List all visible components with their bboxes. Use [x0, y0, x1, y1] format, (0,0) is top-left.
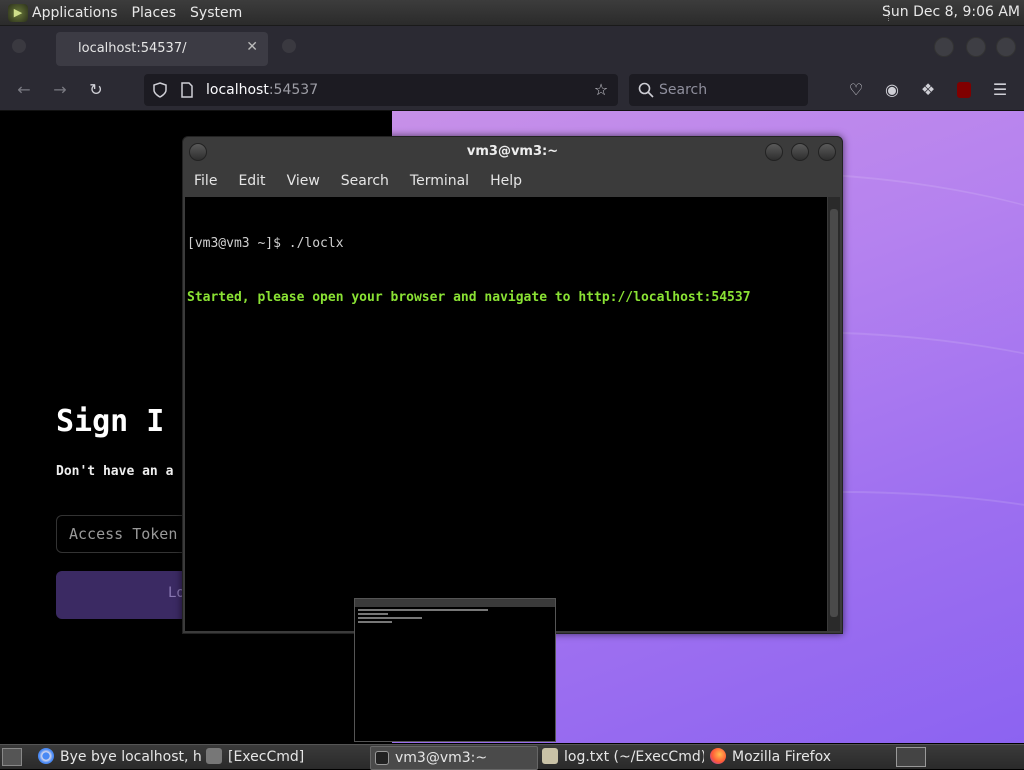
search-input[interactable]: Search	[629, 74, 808, 106]
terminal-close-button[interactable]	[818, 143, 836, 161]
extensions-icon[interactable]: ❖	[917, 79, 939, 101]
terminal-minimize-button[interactable]	[765, 143, 783, 161]
clock[interactable]: Sun Dec 8, 9:06 AM	[882, 4, 1020, 20]
url-text: localhost:54537	[206, 82, 318, 98]
url-port: :54537	[268, 82, 319, 98]
folder-icon	[206, 748, 222, 764]
thumbnail-titlebar	[355, 599, 555, 607]
firefox-icon	[710, 748, 726, 764]
thumbnail-line	[358, 621, 392, 623]
menu-places[interactable]: Places	[132, 5, 177, 21]
tab-close-icon[interactable]: ✕	[246, 39, 258, 55]
maximize-window-button[interactable]	[966, 37, 986, 57]
terminal-menubar: File Edit View Search Terminal Help	[183, 167, 842, 195]
top-panel: ▶ Applications Places System Sun Dec 8, …	[0, 0, 1024, 26]
browser-tab[interactable]: localhost:54537/ ✕	[56, 32, 268, 66]
browser-nav-bar: ← → ↻ localhost:54537 ☆ Search ♡ ◉ ❖ ☰	[0, 70, 1024, 111]
taskbar-label: [ExecCmd]	[228, 749, 305, 765]
tab-overview-icon[interactable]	[12, 39, 26, 53]
taskbar-label: vm3@vm3:~	[395, 750, 488, 766]
taskbar-item-editor[interactable]: log.txt (~/ExecCmd)...	[538, 746, 704, 768]
signup-prompt: Don't have an a	[56, 464, 174, 479]
taskbar-label: Bye bye localhost, h...	[60, 749, 202, 765]
hamburger-menu-icon[interactable]: ☰	[989, 79, 1011, 101]
thumbnail-line	[358, 609, 488, 611]
thumbnail-line	[358, 617, 422, 619]
menu-applications[interactable]: Applications	[32, 5, 118, 21]
taskbar-label: Mozilla Firefox	[732, 749, 832, 765]
workspace-switcher[interactable]	[896, 747, 926, 767]
taskbar-item-terminal[interactable]: vm3@vm3:~	[370, 746, 538, 770]
terminal-menu-edit[interactable]: Edit	[238, 173, 265, 189]
terminal-menu-file[interactable]: File	[194, 173, 217, 189]
access-token-placeholder: Access Token	[69, 525, 178, 543]
pocket-icon[interactable]: ♡	[845, 79, 867, 101]
terminal-line: Started, please open your browser and na…	[187, 290, 751, 305]
signin-heading: Sign I	[56, 404, 165, 439]
taskbar: Bye bye localhost, h... [ExecCmd] vm3@vm…	[0, 744, 1024, 770]
terminal-line: [vm3@vm3 ~]$ ./loclx	[187, 236, 344, 251]
url-bar[interactable]: localhost:54537 ☆	[144, 74, 618, 106]
taskbar-item-files[interactable]: [ExecCmd]	[202, 746, 368, 768]
terminal-menu-terminal[interactable]: Terminal	[410, 173, 469, 189]
terminal-title: vm3@vm3:~	[466, 144, 559, 159]
search-icon	[638, 82, 654, 98]
taskbar-item-firefox[interactable]: Mozilla Firefox	[706, 746, 876, 768]
account-icon[interactable]: ◉	[881, 79, 903, 101]
scrollbar-thumb[interactable]	[830, 209, 838, 617]
applications-logo-icon[interactable]: ▶	[8, 3, 28, 22]
page-icon[interactable]	[180, 82, 194, 98]
chrome-icon	[38, 748, 54, 764]
tab-title: localhost:54537/	[78, 41, 187, 56]
show-desktop-icon[interactable]	[2, 748, 22, 766]
bookmark-star-icon[interactable]: ☆	[590, 79, 612, 101]
back-arrow-icon[interactable]: ←	[13, 79, 35, 101]
minimize-window-button[interactable]	[934, 37, 954, 57]
browser-tab-bar: localhost:54537/ ✕	[0, 26, 1024, 70]
terminal-window[interactable]: vm3@vm3:~ File Edit View Search Terminal…	[182, 136, 843, 634]
terminal-menu-search[interactable]: Search	[341, 173, 389, 189]
search-placeholder: Search	[659, 82, 708, 98]
terminal-menu-help[interactable]: Help	[490, 173, 522, 189]
taskbar-label: log.txt (~/ExecCmd)...	[564, 749, 704, 765]
forward-arrow-icon[interactable]: →	[49, 79, 71, 101]
terminal-icon	[375, 751, 389, 765]
url-host: localhost	[206, 82, 269, 98]
terminal-maximize-button[interactable]	[791, 143, 809, 161]
shield-icon[interactable]	[152, 82, 168, 98]
terminal-menu-view[interactable]: View	[287, 173, 320, 189]
reload-icon[interactable]: ↻	[85, 79, 107, 101]
terminal-scrollbar[interactable]	[828, 197, 840, 631]
thumbnail-line	[358, 613, 388, 615]
new-tab-icon[interactable]	[282, 39, 296, 53]
text-editor-icon	[542, 748, 558, 764]
taskbar-item-browser[interactable]: Bye bye localhost, h...	[34, 746, 202, 768]
menu-system[interactable]: System	[190, 5, 242, 21]
terminal-output[interactable]: [vm3@vm3 ~]$ ./loclx Started, please ope…	[185, 197, 827, 631]
close-window-button[interactable]	[996, 37, 1016, 57]
ublock-icon[interactable]	[953, 79, 975, 101]
window-thumbnail-preview[interactable]	[354, 598, 556, 742]
